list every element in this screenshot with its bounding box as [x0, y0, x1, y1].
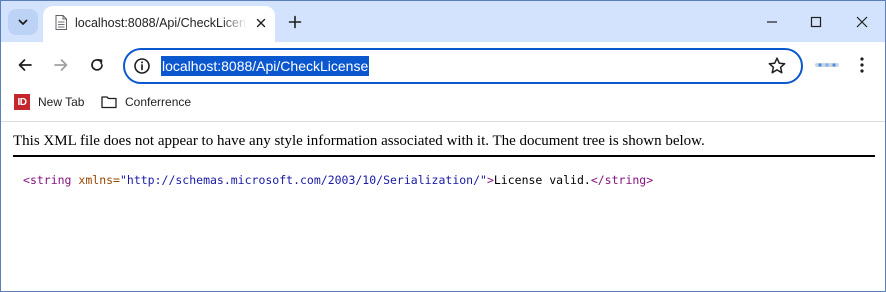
- close-icon: [856, 16, 868, 27]
- bookmark-label: New Tab: [38, 95, 85, 109]
- maximize-icon: [810, 16, 822, 27]
- xml-open-bracket: <: [23, 173, 30, 187]
- extension-icon[interactable]: [814, 60, 840, 70]
- xml-open-tag-name: string: [29, 173, 72, 187]
- forward-button[interactable]: [47, 51, 75, 79]
- close-window-button[interactable]: [839, 1, 885, 42]
- xml-close-bracket: >: [486, 173, 494, 187]
- browser-menu-button[interactable]: [851, 52, 873, 78]
- xml-attribute-value: "http://schemas.microsoft.com/2003/10/Se…: [119, 173, 487, 187]
- info-icon[interactable]: [133, 57, 151, 75]
- bookmark-new-tab[interactable]: ID New Tab: [14, 92, 84, 112]
- arrow-right-icon: [54, 59, 68, 71]
- xml-attribute-name: xmlns: [78, 173, 114, 187]
- new-tab-button[interactable]: [283, 10, 307, 34]
- back-button[interactable]: [11, 51, 39, 79]
- more-vertical-icon: [860, 57, 864, 73]
- tab-close-button[interactable]: [253, 15, 269, 31]
- xml-equals: =: [113, 173, 120, 187]
- bookmark-folder-conferrence[interactable]: Conferrence: [101, 92, 191, 112]
- bookmark-label: Conferrence: [125, 95, 192, 109]
- address-bar[interactable]: localhost:8088/Api/CheckLicense: [123, 48, 803, 84]
- xml-tree: <string xmlns="http://schemas.microsoft.…: [23, 173, 653, 187]
- tab-title: localhost:8088/Api/CheckLicense: [75, 16, 247, 30]
- xml-text-content: License valid.: [493, 173, 591, 187]
- arrow-left-icon: [18, 59, 32, 71]
- tab-active[interactable]: localhost:8088/Api/CheckLicense: [43, 6, 275, 42]
- star-bookmark-icon[interactable]: [767, 56, 787, 76]
- chevron-down-icon: [18, 19, 28, 25]
- page-content: This XML file does not appear to have an…: [1, 122, 885, 291]
- reload-button[interactable]: [83, 51, 111, 79]
- toolbar: localhost:8088/Api/CheckLicense: [1, 42, 885, 88]
- url-text[interactable]: localhost:8088/Api/CheckLicense: [161, 56, 370, 76]
- xml-end-open-bracket: </: [590, 173, 605, 187]
- reload-icon: [91, 58, 103, 71]
- id-logo-icon: ID: [14, 94, 30, 110]
- close-icon: [256, 18, 266, 28]
- document-icon: [55, 15, 67, 30]
- xml-end-close-bracket: >: [646, 173, 654, 187]
- tab-strip: localhost:8088/Api/CheckLicense: [1, 1, 885, 42]
- minimize-icon: [767, 20, 777, 23]
- folder-icon: [101, 96, 117, 109]
- maximize-button[interactable]: [793, 1, 839, 42]
- xml-style-notice: This XML file does not appear to have an…: [13, 133, 875, 157]
- minimize-button[interactable]: [749, 1, 795, 42]
- tab-search-button[interactable]: [8, 9, 38, 35]
- plus-icon: [288, 15, 302, 29]
- browser-window: localhost:8088/Api/CheckLicense localhos…: [0, 0, 886, 292]
- xml-close-tag-name: string: [604, 173, 647, 187]
- bookmarks-bar: ID New Tab Conferrence: [1, 88, 885, 115]
